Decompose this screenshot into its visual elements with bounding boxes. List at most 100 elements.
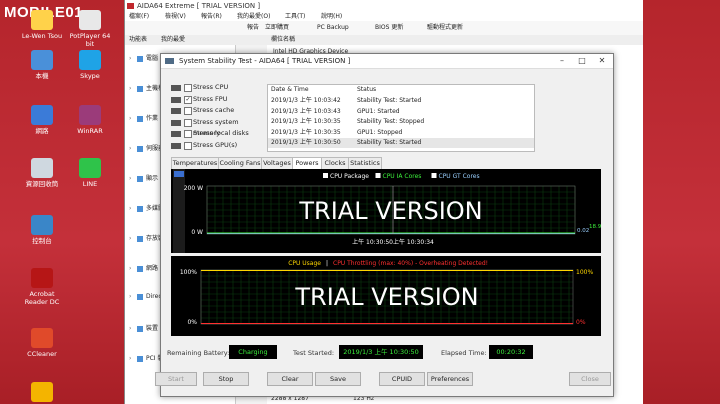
log-row[interactable]: 2019/1/3 上午 10:03:42 Stability Test: Star… [268, 96, 534, 106]
sidebar-tree-item[interactable]: › 伺服器 [129, 143, 164, 152]
toolbar-driver-update-button[interactable]: 驅動程式更新 [427, 23, 463, 33]
stress-checkbox[interactable] [184, 107, 192, 115]
tab-clocks[interactable]: Clocks [321, 157, 349, 169]
stop-button[interactable]: Stop [203, 372, 249, 386]
sidebar-tree-item[interactable]: › 作業 [129, 113, 158, 122]
log-row[interactable]: 2019/1/3 上午 10:03:43 GPU1: Started [268, 107, 534, 117]
close-button[interactable]: Close [569, 372, 611, 386]
hardware-icon [171, 96, 181, 103]
menu-item[interactable]: 說明(H) [321, 12, 342, 21]
menu-item[interactable]: 檔案(F) [129, 12, 149, 21]
tree-expand-icon[interactable]: › [129, 115, 134, 122]
log-row[interactable]: 2019/1/3 上午 10:30:50 Stability Test: Star… [268, 138, 534, 148]
desktop-icon-image [79, 50, 101, 70]
tree-expand-icon[interactable]: › [129, 55, 134, 62]
sidebar-tree-item[interactable]: › 主機板 [129, 83, 164, 92]
test-log-table: Date & Time Status 2019/1/3 上午 10:03:42 S… [267, 84, 535, 152]
menu-item[interactable]: 工具(T) [285, 12, 305, 21]
toolbar-buy-button[interactable]: 立即購買 [265, 23, 289, 33]
close-icon[interactable]: ✕ [593, 54, 611, 68]
sidebar-tree-item[interactable]: › 顯示 [129, 173, 158, 182]
stress-label: Stress GPU(s) [193, 140, 238, 149]
log-status: GPU1: Started [357, 107, 400, 115]
tree-expand-icon[interactable]: › [129, 355, 134, 362]
save-button[interactable]: Save [315, 372, 361, 386]
sidebar-tree-item[interactable]: › 網路 [129, 263, 158, 272]
chart-scroll-bar[interactable] [173, 169, 185, 253]
desktop-icon[interactable]: PotPlayer 64 bit [68, 10, 112, 48]
log-row[interactable]: 2019/1/3 上午 10:30:35 GPU1: Stopped [268, 128, 534, 138]
tree-expand-icon[interactable]: › [129, 175, 134, 182]
tree-expand-icon[interactable]: › [129, 235, 134, 242]
desktop-icon[interactable]: WinRAR [68, 105, 112, 135]
cpuid-button[interactable]: CPUID [379, 372, 425, 386]
tab-favorites[interactable]: 我的最愛 [161, 35, 185, 45]
desktop-icon-label: 網路 [35, 127, 49, 135]
stress-option[interactable]: Stress local disks [169, 128, 267, 139]
toolbar-bios-update-button[interactable]: BIOS 更新 [375, 23, 403, 33]
desktop-icon[interactable]: Skype [68, 50, 112, 80]
tab-cooling-fans[interactable]: Cooling Fans [218, 157, 262, 169]
stress-option[interactable]: ✓ Stress FPU [169, 94, 267, 105]
minimize-icon[interactable]: – [553, 54, 571, 68]
menu-item[interactable]: 我的最愛(O) [237, 12, 270, 21]
tree-expand-icon[interactable]: › [129, 325, 134, 332]
sidebar-tree-item[interactable]: › 裝置 [129, 323, 158, 332]
elapsed-label: Elapsed Time: [441, 349, 487, 357]
trial-version-overlay: TRIAL VERSION [298, 197, 482, 225]
desktop-icon[interactable]: Le-Wen Tsou [20, 10, 64, 40]
clear-button[interactable]: Clear [267, 372, 313, 386]
stress-option[interactable]: Stress cache [169, 105, 267, 116]
stress-checkbox[interactable] [184, 84, 192, 92]
legend-checkbox[interactable] [431, 173, 437, 178]
stress-checkbox[interactable] [184, 141, 192, 150]
desktop-icon-label: CCleaner [27, 350, 57, 358]
tree-expand-icon[interactable]: › [129, 265, 134, 272]
tab-menu[interactable]: 功能表 [129, 35, 147, 45]
toolbar-report-button[interactable]: 報告 [247, 23, 259, 33]
sidebar-tree-item[interactable]: › 電腦 [129, 53, 158, 62]
stress-checkbox[interactable]: ✓ [184, 95, 192, 104]
desktop-icon[interactable]: 本機 [20, 50, 64, 80]
dialog-app-icon [165, 58, 174, 64]
desktop-icon[interactable]: 網路 [20, 105, 64, 135]
desktop-icon-image [79, 158, 101, 178]
desktop-icon[interactable]: Acrobat Reader DC [20, 268, 64, 306]
tree-item-icon [137, 205, 143, 212]
toolbar-pc-backup-button[interactable]: PC Backup [317, 23, 349, 33]
tree-item-icon [137, 235, 143, 242]
hardware-icon [171, 142, 181, 149]
legend-checkbox[interactable] [375, 173, 381, 178]
desktop-icon-label: PotPlayer 64 bit [69, 32, 111, 48]
chart-scroll-thumb[interactable] [174, 171, 184, 177]
tab-temperatures[interactable]: Temperatures [171, 157, 219, 169]
stress-checkbox[interactable] [184, 130, 192, 138]
tab-statistics[interactable]: Statistics [348, 157, 382, 169]
start-button[interactable]: Start [155, 372, 197, 386]
menu-item[interactable]: 檢視(V) [165, 12, 186, 21]
stress-checkbox[interactable] [184, 118, 192, 127]
battery-value: Charging [229, 345, 277, 359]
stress-option[interactable]: Stress GPU(s) [169, 140, 267, 151]
tree-item-label: 作業 [146, 115, 159, 122]
tab-voltages[interactable]: Voltages [261, 157, 293, 169]
tree-expand-icon[interactable]: › [129, 205, 134, 212]
tree-expand-icon[interactable]: › [129, 85, 134, 92]
log-row[interactable]: 2019/1/3 上午 10:30:35 Stability Test: Stop… [268, 117, 534, 127]
stress-option[interactable]: Stress system memory [169, 117, 267, 137]
desktop-icon[interactable]: 資源回收筒 [20, 158, 64, 188]
desktop-icon[interactable]: LINE [68, 158, 112, 188]
maximize-icon[interactable]: □ [573, 54, 591, 68]
legend-checkbox[interactable] [323, 173, 328, 178]
stress-label: Stress cache [193, 106, 235, 114]
tree-expand-icon[interactable]: › [129, 145, 134, 152]
desktop-icon[interactable]: 控制台 [20, 215, 64, 245]
desktop-icon[interactable] [20, 382, 64, 404]
preferences-button[interactable]: Preferences [427, 372, 473, 386]
stress-option[interactable]: Stress CPU [169, 82, 267, 93]
tree-expand-icon[interactable]: › [129, 293, 134, 300]
menu-item[interactable]: 報告(R) [201, 12, 222, 21]
desktop-icon[interactable]: CCleaner [20, 328, 64, 358]
sidebar-tree-item[interactable]: › 多媒體 [129, 203, 164, 212]
usage-right-top-value: 100% [576, 269, 593, 276]
